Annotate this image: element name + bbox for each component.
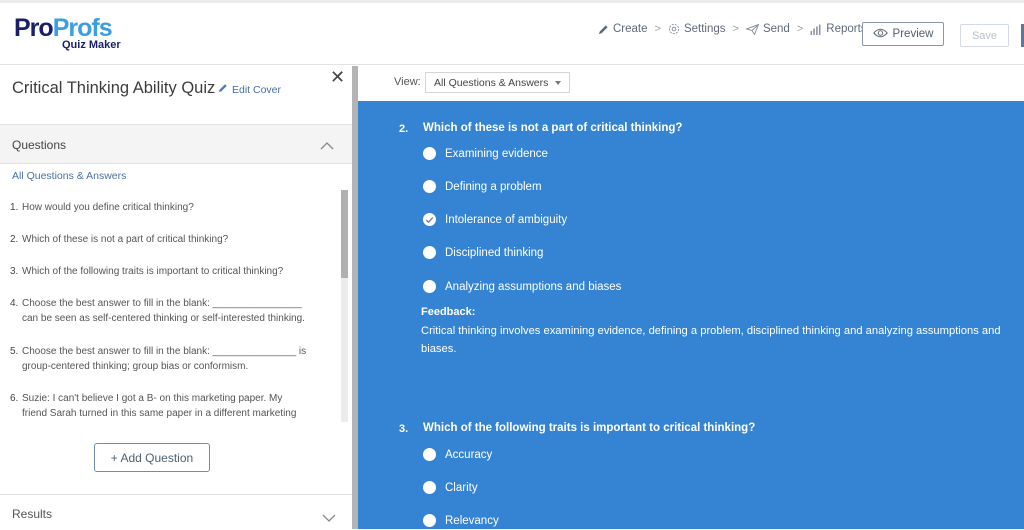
radio-unchecked-icon[interactable] <box>423 481 436 494</box>
logo-pro-text: Pro <box>14 14 54 42</box>
pencil-icon <box>598 24 609 35</box>
question-number: 3. <box>10 266 19 277</box>
question-number: 2. <box>10 234 19 245</box>
gear-icon <box>668 23 680 35</box>
nav-separator: > <box>732 23 739 35</box>
question-list-item[interactable]: 4. Choose the best answer to fill in the… <box>10 296 310 326</box>
question-number: 1. <box>10 202 19 213</box>
question-number: 3. <box>399 423 409 435</box>
radio-unchecked-icon[interactable] <box>423 514 436 527</box>
paper-plane-icon <box>745 23 759 35</box>
questions-section-title: Questions <box>12 138 67 152</box>
questions-sidebar: Critical Thinking Ability Quiz Edit Cove… <box>0 66 352 530</box>
answer-label: Analyzing assumptions and biases <box>445 280 622 293</box>
nav-settings-label: Settings <box>683 23 726 35</box>
answer-label: Disciplined thinking <box>445 246 544 259</box>
answer-label: Relevancy <box>445 514 499 527</box>
question-list-item[interactable]: 3. Which of the following traits is impo… <box>10 264 310 279</box>
edit-cover-link[interactable]: Edit Cover <box>218 83 281 96</box>
question-text: Choose the best answer to fill in the bl… <box>22 298 305 324</box>
nav-separator: > <box>654 23 661 35</box>
logo-profs-text: Profs <box>52 14 113 42</box>
question-text: Choose the best answer to fill in the bl… <box>22 346 307 372</box>
answer-option-correct[interactable]: Intolerance of ambiguity <box>423 213 567 226</box>
view-dropdown[interactable]: All Questions & Answers <box>425 72 570 93</box>
nav-reports[interactable]: Reports <box>810 23 867 35</box>
question-list-item[interactable]: 5. Choose the best answer to fill in the… <box>10 344 310 374</box>
nav-create-label: Create <box>613 23 648 35</box>
question-text: Which of the following traits is importa… <box>22 266 284 277</box>
preview-button[interactable]: Preview <box>862 22 944 46</box>
radio-unchecked-icon[interactable] <box>423 180 436 193</box>
answer-label: Clarity <box>445 481 478 494</box>
proprofs-logo[interactable]: ProProfs Quiz Maker <box>14 14 121 51</box>
question-text: How would you define critical thinking? <box>22 202 194 213</box>
question-list-item[interactable]: 2. Which of these is not a part of criti… <box>10 232 310 247</box>
answer-option[interactable]: Analyzing assumptions and biases <box>423 280 621 293</box>
radio-unchecked-icon[interactable] <box>423 246 436 259</box>
question-list-item[interactable]: 6. Suzie: I can't believe I got a B- on … <box>10 391 310 421</box>
question-title: Which of the following traits is importa… <box>423 422 756 434</box>
pencil-icon <box>218 83 228 96</box>
results-section-title: Results <box>12 507 53 521</box>
chevron-up-icon[interactable] <box>320 137 334 155</box>
view-label: View: <box>394 76 421 88</box>
question-number: 6. <box>10 393 19 404</box>
nav-send-label: Send <box>762 23 790 35</box>
feedback-text: Critical thinking involves examining evi… <box>421 325 1001 355</box>
question-number: 4. <box>10 298 19 309</box>
checkmark-icon[interactable] <box>423 213 436 226</box>
question-list-scrollbar-thumb[interactable] <box>341 190 348 278</box>
close-icon[interactable]: ✕ <box>330 68 345 86</box>
question-number: 5. <box>10 346 19 357</box>
question-text: Suzie: I can't believe I got a B- on thi… <box>22 393 297 419</box>
chevron-down-icon[interactable] <box>322 510 336 528</box>
nav-settings[interactable]: Settings <box>668 23 726 35</box>
answer-option[interactable]: Relevancy <box>423 514 499 527</box>
app-header: ProProfs Quiz Maker Create > Settings > … <box>0 3 1024 65</box>
logo-subtitle: Quiz Maker <box>62 39 121 51</box>
workflow-nav: Create > Settings > Send > Reports <box>598 23 867 35</box>
eye-icon <box>872 28 888 41</box>
results-section-header[interactable]: Results <box>0 494 352 530</box>
preview-label: Preview <box>892 28 934 40</box>
answer-label: Defining a problem <box>445 180 542 193</box>
quiz-title: Critical Thinking Ability Quiz <box>12 79 216 97</box>
question-list: 1. How would you define critical thinkin… <box>0 191 340 421</box>
nav-reports-label: Reports <box>826 23 867 35</box>
questions-section-header[interactable]: Questions <box>0 124 352 164</box>
question-number: 2. <box>399 123 409 135</box>
answer-label: Accuracy <box>445 448 493 461</box>
edit-cover-label: Edit Cover <box>232 83 282 96</box>
feedback-label: Feedback: <box>421 306 476 318</box>
answer-option[interactable]: Defining a problem <box>423 180 542 193</box>
nav-create[interactable]: Create <box>598 23 648 35</box>
answer-option[interactable]: Clarity <box>423 481 478 494</box>
view-dropdown-value: All Questions & Answers <box>434 76 549 89</box>
questions-panel: 2. Which of these is not a part of criti… <box>358 101 1024 529</box>
question-title: Which of these is not a part of critical… <box>423 122 683 134</box>
nav-send[interactable]: Send <box>745 23 790 35</box>
bar-chart-icon <box>810 24 822 35</box>
radio-unchecked-icon[interactable] <box>423 147 436 160</box>
answer-option[interactable]: Disciplined thinking <box>423 246 543 259</box>
answer-option[interactable]: Examining evidence <box>423 147 548 160</box>
question-list-item[interactable]: 1. How would you define critical thinkin… <box>10 200 310 215</box>
nav-separator: > <box>796 23 804 35</box>
save-button[interactable]: Save <box>960 24 1009 47</box>
question-text: Which of these is not a part of critical… <box>22 234 229 245</box>
answer-label: Intolerance of ambiguity <box>445 213 568 226</box>
all-questions-answers-link[interactable]: All Questions & Answers <box>12 170 126 182</box>
caret-down-icon <box>555 81 561 85</box>
radio-unchecked-icon[interactable] <box>423 280 436 293</box>
radio-unchecked-icon[interactable] <box>423 448 436 461</box>
quiz-content: View: All Questions & Answers 2. Which o… <box>358 66 1024 529</box>
answer-label: Examining evidence <box>445 147 548 160</box>
add-question-button[interactable]: + Add Question <box>94 443 210 472</box>
answer-option[interactable]: Accuracy <box>423 448 492 461</box>
